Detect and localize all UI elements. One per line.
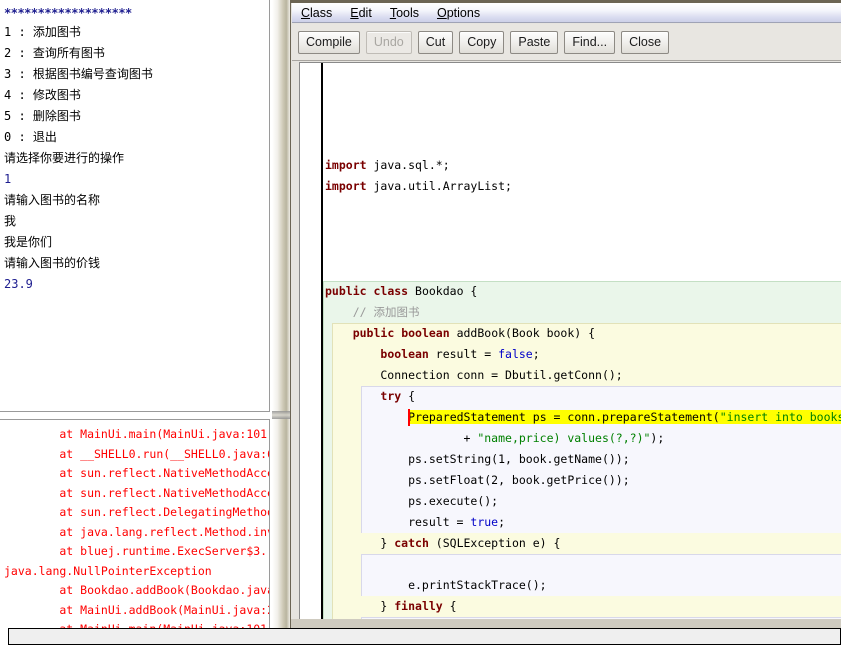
stacktrace-line: at __SHELL0.run(__SHELL0.java:6) <box>4 446 270 461</box>
stacktrace-line: at Bookdao.addBook(Bookdao.java:15) <box>59 583 269 597</box>
code-line-text: ps.execute(); <box>325 494 499 508</box>
terminal-prompt-choose-operation: 请选择你要进行的操作 <box>4 151 125 165</box>
code-line[interactable]: boolean result = false; <box>323 344 841 365</box>
menu-edit-label: dit <box>358 5 372 20</box>
terminal-menu-line: 4 : 修改图书 <box>4 88 81 102</box>
compile-button[interactable]: Compile <box>298 30 360 54</box>
menu-options-mnemonic: O <box>437 5 447 20</box>
code-line-text: try { <box>380 389 416 403</box>
code-line-text: } finally { <box>325 599 457 613</box>
copy-button[interactable]: Copy <box>459 30 505 54</box>
editor-status-bar <box>8 628 841 645</box>
stacktrace-pane[interactable]: at MainUi.main(MainUi.java:101) at __SHE… <box>0 419 270 645</box>
terminal-prompt-book-price: 请输入图书的价钱 <box>4 256 101 270</box>
code-line[interactable]: PreparedStatement ps = conn.prepareState… <box>323 407 841 428</box>
menu-edit-mnemonic: E <box>350 5 359 20</box>
code-line[interactable]: import java.sql.*; <box>323 155 841 176</box>
code-line-text: public class Bookdao { <box>325 284 478 298</box>
menu-tools-label: ools <box>396 5 419 20</box>
code-line[interactable]: ps.setFloat(2, book.getPrice()); <box>323 470 841 491</box>
terminal-window: ******************* 1 : 添加图书 2 : 查询所有图书 … <box>0 0 272 645</box>
scope-block-highlight <box>361 386 841 408</box>
terminal-output-pane[interactable]: ******************* 1 : 添加图书 2 : 查询所有图书 … <box>0 0 270 412</box>
code-line[interactable]: try { <box>323 386 841 408</box>
code-line-text: ps.setString(1, book.getName()); <box>325 452 630 466</box>
undo-button: Undo <box>365 30 412 54</box>
code-line-text: Dbutil.close(); <box>323 617 512 619</box>
cut-button[interactable]: Cut <box>417 30 454 54</box>
terminal-menu-line: 5 : 删除图书 <box>4 109 81 123</box>
stacktrace-line: at sun.reflect.DelegatingMethodAccesso <box>59 505 269 519</box>
editor-menubar: Class Edit Tools Options <box>292 3 841 23</box>
code-line[interactable]: public class Bookdao { <box>323 281 841 303</box>
code-line-text: ps.setFloat(2, book.getPrice()); <box>325 473 630 487</box>
code-line[interactable]: ps.setString(1, book.getName()); <box>323 449 841 470</box>
code-line[interactable]: } catch (SQLException e) { <box>323 533 841 554</box>
terminal-prompt-book-name: 请输入图书的名称 <box>4 193 101 207</box>
code-line[interactable] <box>323 554 841 576</box>
code-line[interactable]: } finally { <box>323 596 841 617</box>
code-line-text: // 添加图书 <box>325 305 420 319</box>
menu-options[interactable]: Options <box>428 5 489 21</box>
menu-class-mnemonic: C <box>301 5 311 20</box>
terminal-menu-line: 2 : 查询所有图书 <box>4 46 105 60</box>
editor-toolbar: Compile Undo Cut Copy Paste Find... Clos… <box>292 24 841 61</box>
menu-class-label: lass <box>310 5 333 20</box>
menu-edit[interactable]: Edit <box>341 5 381 21</box>
terminal-menu-line: 1 : 添加图书 <box>4 25 81 39</box>
code-line-text: boolean result = false; <box>380 347 540 361</box>
code-line-text: import java.util.ArrayList; <box>325 179 512 193</box>
stacktrace-line: at MainUi.addBook(MainUi.java:29) <box>4 602 270 617</box>
terminal-input-choice: 1 <box>4 172 12 186</box>
code-line[interactable]: Dbutil.close(); <box>323 617 841 619</box>
code-line[interactable]: Connection conn = Dbutil.getConn(); <box>323 365 841 386</box>
menu-options-label: ptions <box>446 5 481 20</box>
stacktrace-line: at MainUi.main(MainUi.java:101) <box>4 427 270 441</box>
editor-window: Class Edit Tools Options Compile Undo Cu… <box>290 0 841 645</box>
code-editor-surface[interactable]: import java.sql.*; import java.util.Array… <box>299 62 841 619</box>
code-line[interactable]: import java.util.ArrayList; <box>323 176 841 197</box>
code-line[interactable]: e.printStackTrace(); <box>323 575 841 597</box>
stacktrace-line: at bluej.runtime.ExecServer$3.run(Exec <box>59 544 269 558</box>
code-line[interactable]: // 添加图书 <box>323 302 841 323</box>
editor-gutter[interactable] <box>300 63 323 619</box>
scope-block-highlight <box>361 554 841 576</box>
code-line-text: + "name,price) values(?,?)"); <box>325 431 665 445</box>
stacktrace-line: at sun.reflect.NativeMethodAccessorImp <box>59 466 269 480</box>
terminal-menu-line: 0 : 退出 <box>4 130 57 144</box>
paste-button[interactable]: Paste <box>510 30 559 54</box>
code-line[interactable]: public boolean addBook(Book book) { <box>323 323 841 345</box>
pane-divider <box>272 411 290 419</box>
find-button[interactable]: Find... <box>564 30 616 54</box>
window-gap-scroll-strip[interactable] <box>272 0 290 645</box>
terminal-input-book-name-1: 我 <box>4 214 17 228</box>
text-caret <box>408 409 411 426</box>
code-line-text: Connection conn = Dbutil.getConn(); <box>325 368 623 382</box>
menu-tools[interactable]: Tools <box>381 5 428 21</box>
code-line-text: result = true; <box>325 515 506 529</box>
code-line-text: public boolean addBook(Book book) { <box>352 326 596 340</box>
terminal-separator-stars: ******************* <box>4 6 132 20</box>
code-line-text: PreparedStatement ps = conn.prepareState… <box>323 407 841 428</box>
code-line-text: e.printStackTrace(); <box>325 578 547 592</box>
selected-text: PreparedStatement ps = conn.prepareState… <box>408 410 841 424</box>
code-line[interactable]: ps.execute(); <box>323 491 841 512</box>
terminal-menu-line: 3 : 根据图书编号查询图书 <box>4 67 153 81</box>
code-line[interactable]: + "name,price) values(?,?)"); <box>323 428 841 449</box>
terminal-input-book-name-2: 我是你们 <box>4 235 53 249</box>
editor-status-gap <box>291 619 841 628</box>
code-line-text: } catch (SQLException e) { <box>325 536 561 550</box>
stacktrace-line: at java.lang.reflect.Method.invoke(Met <box>59 524 269 539</box>
terminal-input-book-price: 23.9 <box>4 277 33 291</box>
code-line[interactable]: result = true; <box>323 512 841 534</box>
close-button[interactable]: Close <box>621 30 670 54</box>
code-line-text: import java.sql.*; <box>325 158 450 172</box>
code-text-area[interactable]: import java.sql.*; import java.util.Array… <box>323 63 841 619</box>
stacktrace-exception-header: java.lang.NullPointerException <box>4 563 212 578</box>
menu-class[interactable]: Class <box>292 5 341 21</box>
stacktrace-line: at sun.reflect.NativeMethodAccessorImp <box>59 485 269 500</box>
